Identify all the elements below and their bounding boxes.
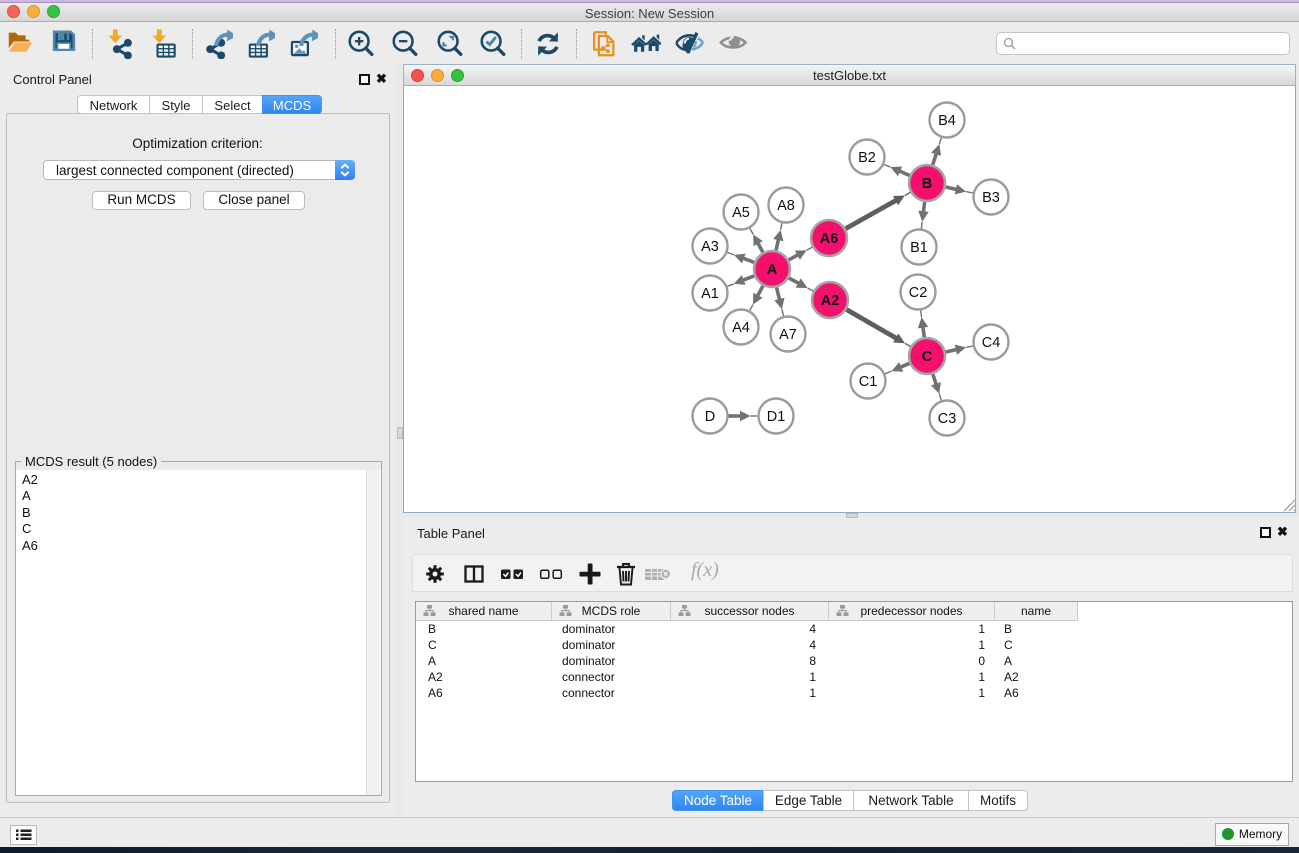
- svg-text:A: A: [767, 262, 778, 278]
- svg-text:A4: A4: [732, 320, 750, 336]
- svg-text:C3: C3: [938, 411, 957, 427]
- svg-text:B4: B4: [938, 113, 956, 129]
- svg-text:A2: A2: [821, 293, 840, 309]
- svg-text:B3: B3: [982, 190, 1000, 206]
- svg-text:A3: A3: [701, 239, 719, 255]
- svg-text:B2: B2: [858, 150, 876, 166]
- svg-text:C1: C1: [859, 374, 878, 390]
- svg-text:C2: C2: [909, 285, 928, 301]
- svg-text:D1: D1: [767, 409, 786, 425]
- svg-text:C4: C4: [982, 335, 1001, 351]
- svg-text:A5: A5: [732, 205, 750, 221]
- svg-text:B: B: [922, 176, 932, 192]
- svg-text:C: C: [922, 349, 933, 365]
- svg-text:A1: A1: [701, 286, 719, 302]
- svg-text:A7: A7: [779, 327, 797, 343]
- svg-text:D: D: [705, 409, 715, 425]
- svg-text:A8: A8: [777, 198, 795, 214]
- svg-text:A6: A6: [820, 231, 839, 247]
- svg-text:B1: B1: [910, 240, 928, 256]
